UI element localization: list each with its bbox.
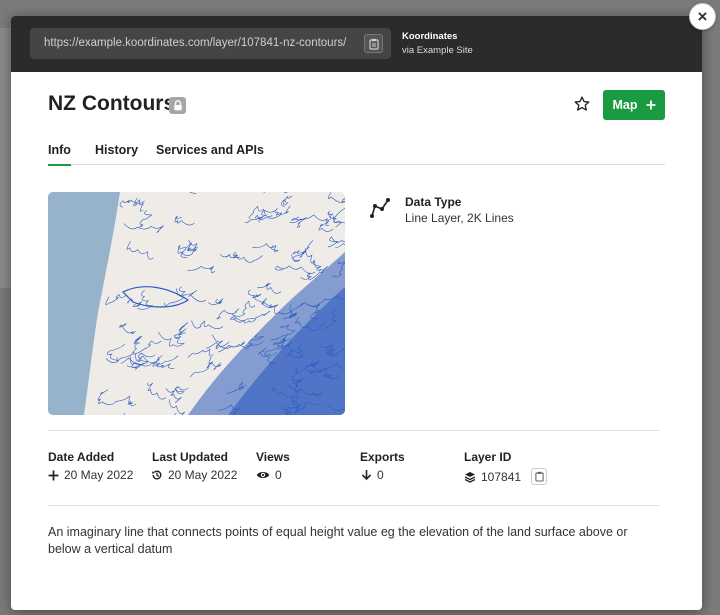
url-field[interactable]: https://example.koordinates.com/layer/10… (30, 28, 391, 59)
last-updated-label: Last Updated (152, 450, 229, 464)
data-type-value: Line Layer, 2K Lines (405, 211, 514, 225)
layer-preview-map (48, 192, 345, 415)
close-modal-button[interactable]: × (689, 3, 716, 30)
views-text: 0 (275, 468, 282, 482)
eye-icon (256, 472, 270, 478)
site-via: via Example Site (402, 45, 473, 56)
date-added-value: 20 May 2022 (48, 468, 133, 482)
exports-value: 0 (361, 468, 384, 482)
layer-description: An imaginary line that connects points o… (48, 525, 628, 556)
layer-id-value: 107841 (464, 468, 548, 485)
clipboard-icon (368, 38, 379, 50)
modal-topbar: https://example.koordinates.com/layer/10… (11, 16, 702, 72)
last-updated-value: 20 May 2022 (151, 468, 237, 482)
url-text: https://example.koordinates.com/layer/10… (44, 37, 347, 49)
tab-services-and-apis[interactable]: Services and APIs (156, 143, 264, 165)
tab-bar: Info History Services and APIs (48, 143, 665, 166)
star-icon[interactable] (573, 95, 591, 113)
close-icon: × (697, 7, 708, 26)
exports-text: 0 (377, 468, 384, 482)
divider (48, 430, 660, 431)
site-name: Koordinates (402, 31, 458, 42)
copy-layer-id-button[interactable] (531, 468, 548, 485)
contour-preview-image (48, 192, 345, 415)
divider (48, 505, 660, 506)
layer-modal: https://example.koordinates.com/layer/10… (11, 16, 702, 610)
lock-icon (169, 97, 186, 114)
copy-url-button[interactable] (364, 34, 383, 53)
data-type-label: Data Type (405, 195, 462, 209)
last-updated-text: 20 May 2022 (168, 468, 238, 482)
polyline-icon (370, 198, 390, 218)
exports-label: Exports (360, 450, 405, 464)
plus-icon (48, 470, 59, 480)
views-label: Views (256, 450, 290, 464)
date-added-label: Date Added (48, 450, 115, 464)
plus-icon (646, 100, 655, 110)
history-icon (152, 470, 162, 480)
page-title: NZ Contours (48, 92, 176, 115)
tab-info[interactable]: Info (48, 143, 71, 166)
clipboard-icon (534, 471, 544, 482)
arrow-down-icon (361, 470, 372, 481)
map-button-label: Map (612, 98, 638, 112)
date-added-text: 20 May 2022 (64, 468, 134, 482)
map-button[interactable]: Map (603, 90, 665, 120)
tab-history[interactable]: History (95, 143, 138, 165)
layer-id-label: Layer ID (464, 450, 512, 464)
views-value: 0 (256, 468, 282, 482)
layers-icon (464, 471, 476, 483)
layer-id-text: 107841 (481, 469, 522, 484)
